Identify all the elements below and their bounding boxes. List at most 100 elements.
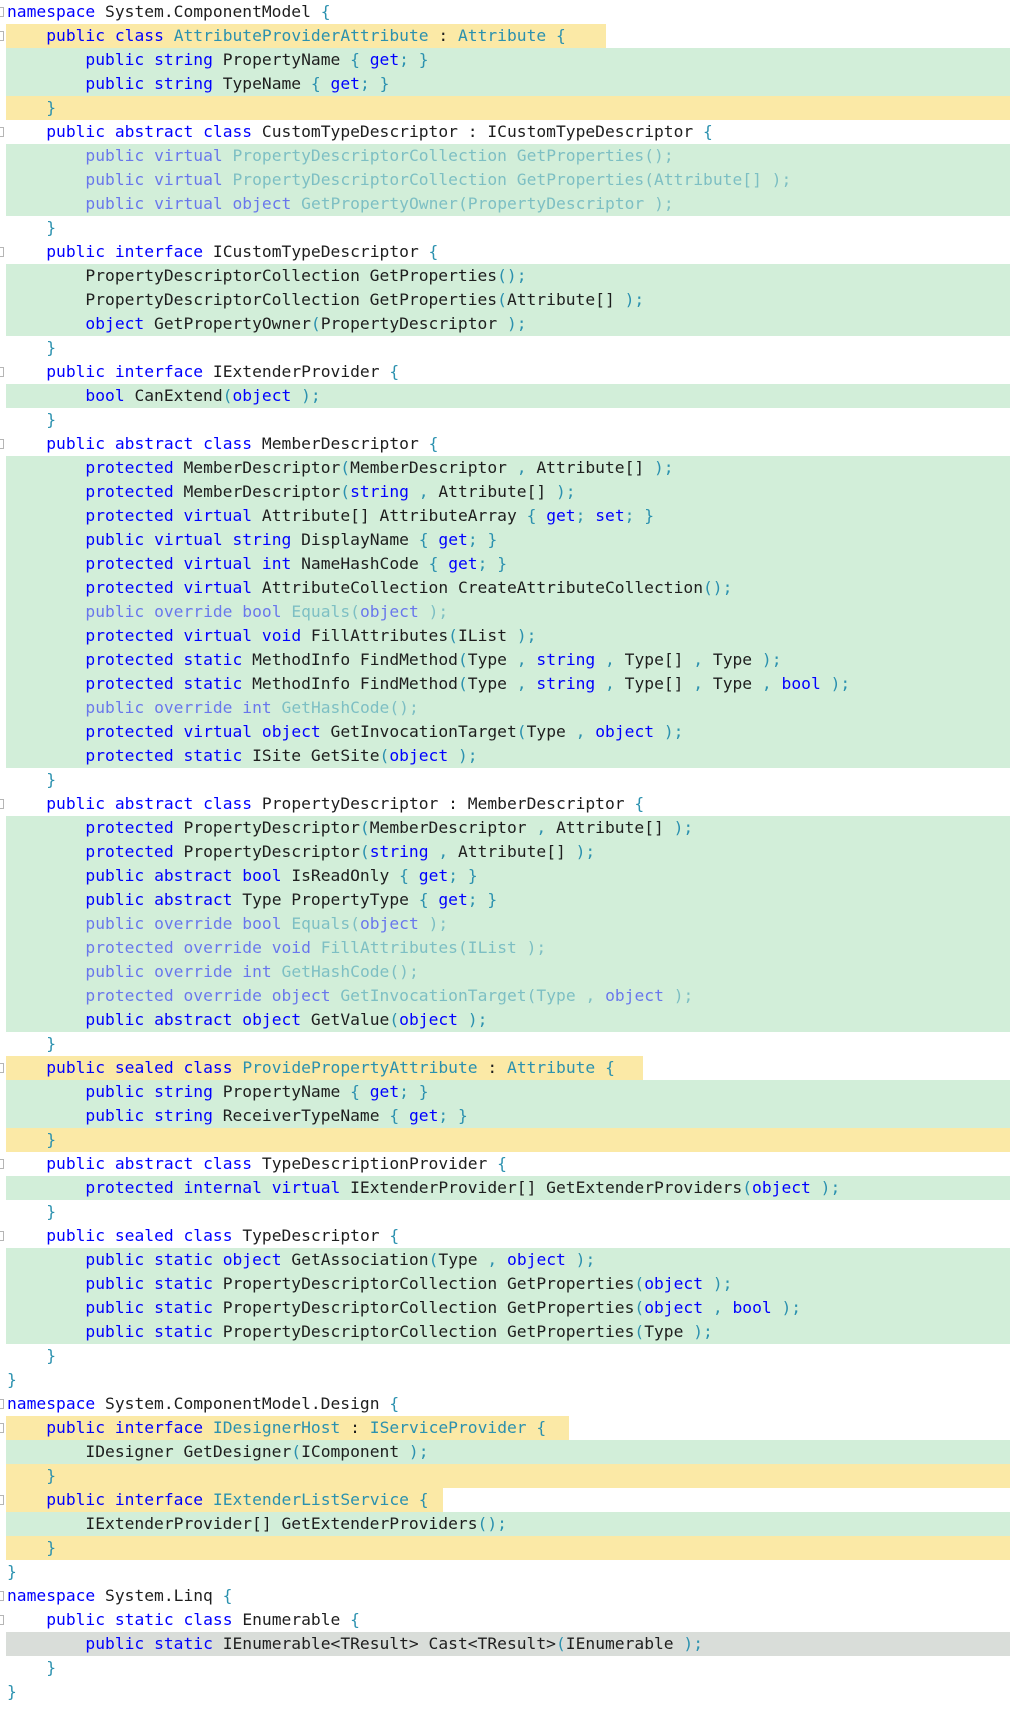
code-line[interactable]: public abstract class MemberDescriptor {	[0, 432, 1010, 456]
collapse-box-icon[interactable]	[0, 367, 4, 377]
code-line[interactable]: public string PropertyName { get; }	[0, 48, 1010, 72]
code-line[interactable]: }	[0, 1536, 1010, 1560]
code-token: object	[271, 986, 331, 1005]
code-line[interactable]: PropertyDescriptorCollection GetProperti…	[0, 288, 1010, 312]
code-line[interactable]: }	[0, 1464, 1010, 1488]
code-line[interactable]: IExtenderProvider[] GetExtenderProviders…	[0, 1512, 1010, 1536]
code-line[interactable]: }	[0, 1656, 1010, 1680]
code-line[interactable]: protected PropertyDescriptor(string , At…	[0, 840, 1010, 864]
code-line[interactable]: namespace System.ComponentModel {	[0, 0, 1010, 24]
code-line[interactable]: }	[0, 96, 1010, 120]
code-line[interactable]: }	[0, 1344, 1010, 1368]
code-line[interactable]: protected MemberDescriptor(string , Attr…	[0, 480, 1010, 504]
code-line[interactable]: public virtual object GetPropertyOwner(P…	[0, 192, 1010, 216]
code-line[interactable]: protected override object GetInvocationT…	[0, 984, 1010, 1008]
code-line[interactable]: }	[0, 216, 1010, 240]
code-line[interactable]: }	[0, 768, 1010, 792]
code-line[interactable]: protected virtual int NameHashCode { get…	[0, 552, 1010, 576]
code-line[interactable]: public sealed class TypeDescriptor {	[0, 1224, 1010, 1248]
code-line[interactable]: namespace System.ComponentModel.Design {	[0, 1392, 1010, 1416]
code-line[interactable]: public class AttributeProviderAttribute …	[0, 24, 1010, 48]
code-token: }	[46, 1034, 57, 1053]
code-line[interactable]: public abstract class PropertyDescriptor…	[0, 792, 1010, 816]
code-line[interactable]: protected static MethodInfo FindMethod(T…	[0, 648, 1010, 672]
code-line[interactable]: namespace System.Linq {	[0, 1584, 1010, 1608]
code-line[interactable]: }	[0, 1200, 1010, 1224]
code-line[interactable]: public static PropertyDescriptorCollecti…	[0, 1320, 1010, 1344]
code-line[interactable]: public override bool Equals(object );	[0, 912, 1010, 936]
code-line[interactable]: public abstract bool IsReadOnly { get; }	[0, 864, 1010, 888]
code-line[interactable]: }	[0, 408, 1010, 432]
code-token: Equals	[291, 602, 351, 621]
code-editor[interactable]: namespace System.ComponentModel { public…	[0, 0, 1010, 1704]
code-line[interactable]: }	[0, 1560, 1010, 1584]
code-token: virtual	[154, 170, 223, 189]
code-line[interactable]: public abstract Type PropertyType { get;…	[0, 888, 1010, 912]
code-line[interactable]: public virtual string DisplayName { get;…	[0, 528, 1010, 552]
collapse-box-icon[interactable]	[0, 31, 4, 41]
code-line[interactable]: public interface ICustomTypeDescriptor {	[0, 240, 1010, 264]
code-line[interactable]: public override bool Equals(object );	[0, 600, 1010, 624]
collapse-box-icon[interactable]	[0, 1423, 4, 1433]
code-token: IsReadOnly	[281, 866, 400, 885]
code-line[interactable]: public string PropertyName { get; }	[0, 1080, 1010, 1104]
code-line[interactable]: bool CanExtend(object );	[0, 384, 1010, 408]
code-line[interactable]: public abstract object GetValue(object )…	[0, 1008, 1010, 1032]
code-line[interactable]: public interface IExtenderListService {	[0, 1488, 1010, 1512]
collapse-box-icon[interactable]	[0, 1495, 4, 1505]
collapse-box-icon[interactable]	[0, 1591, 4, 1601]
collapse-box-icon[interactable]	[0, 247, 4, 257]
code-line[interactable]: public string ReceiverTypeName { get; }	[0, 1104, 1010, 1128]
code-line[interactable]: }	[0, 1368, 1010, 1392]
code-line[interactable]: public override int GetHashCode();	[0, 696, 1010, 720]
code-line[interactable]: }	[0, 336, 1010, 360]
collapse-box-icon[interactable]	[0, 1063, 4, 1073]
code-line[interactable]: public sealed class ProvidePropertyAttri…	[0, 1056, 1010, 1080]
code-line[interactable]: public interface IDesignerHost : IServic…	[0, 1416, 1010, 1440]
code-line[interactable]: public static PropertyDescriptorCollecti…	[0, 1272, 1010, 1296]
code-line[interactable]: protected MemberDescriptor(MemberDescrip…	[0, 456, 1010, 480]
code-line[interactable]: public abstract class TypeDescriptionPro…	[0, 1152, 1010, 1176]
code-line[interactable]: public abstract class CustomTypeDescript…	[0, 120, 1010, 144]
code-line[interactable]: IDesigner GetDesigner(IComponent );	[0, 1440, 1010, 1464]
code-line[interactable]: PropertyDescriptorCollection GetProperti…	[0, 264, 1010, 288]
collapse-box-icon[interactable]	[0, 1615, 4, 1625]
collapse-box-icon[interactable]	[0, 1399, 4, 1409]
code-line[interactable]: protected static ISite GetSite(object );	[0, 744, 1010, 768]
code-line[interactable]: }	[0, 1680, 1010, 1704]
code-line[interactable]: public static IEnumerable<TResult> Cast<…	[0, 1632, 1010, 1656]
code-line[interactable]: }	[0, 1128, 1010, 1152]
code-line[interactable]: }	[0, 1032, 1010, 1056]
code-token: }	[46, 410, 57, 429]
code-token: string	[232, 530, 292, 549]
code-line[interactable]: protected static MethodInfo FindMethod(T…	[0, 672, 1010, 696]
code-line[interactable]: public string TypeName { get; }	[0, 72, 1010, 96]
code-line[interactable]: public override int GetHashCode();	[0, 960, 1010, 984]
code-line[interactable]: protected override void FillAttributes(I…	[0, 936, 1010, 960]
code-line[interactable]: public interface IExtenderProvider {	[0, 360, 1010, 384]
code-line[interactable]: public virtual PropertyDescriptorCollect…	[0, 144, 1010, 168]
collapse-box-icon[interactable]	[0, 1159, 4, 1169]
code-line[interactable]: protected virtual Attribute[] AttributeA…	[0, 504, 1010, 528]
code-line[interactable]: protected PropertyDescriptor(MemberDescr…	[0, 816, 1010, 840]
collapse-box-icon[interactable]	[0, 799, 4, 809]
code-line[interactable]: protected virtual void FillAttributes(IL…	[0, 624, 1010, 648]
code-line[interactable]: public static class Enumerable {	[0, 1608, 1010, 1632]
collapse-box-icon[interactable]	[0, 439, 4, 449]
code-line[interactable]: public static object GetAssociation(Type…	[0, 1248, 1010, 1272]
code-line[interactable]: protected virtual object GetInvocationTa…	[0, 720, 1010, 744]
code-line[interactable]: protected internal virtual IExtenderProv…	[0, 1176, 1010, 1200]
collapse-box-icon[interactable]	[0, 127, 4, 137]
code-token: object	[605, 986, 664, 1005]
code-token: }	[7, 1682, 17, 1701]
code-token: ,	[605, 650, 615, 669]
code-text: namespace System.ComponentModel.Design {	[7, 1392, 399, 1416]
code-line[interactable]: object GetPropertyOwner(PropertyDescript…	[0, 312, 1010, 336]
code-line[interactable]: public static PropertyDescriptorCollecti…	[0, 1296, 1010, 1320]
code-line[interactable]: public virtual PropertyDescriptorCollect…	[0, 168, 1010, 192]
collapse-box-icon[interactable]	[0, 7, 4, 17]
code-line[interactable]: protected virtual AttributeCollection Cr…	[0, 576, 1010, 600]
collapse-box-icon[interactable]	[0, 1231, 4, 1241]
